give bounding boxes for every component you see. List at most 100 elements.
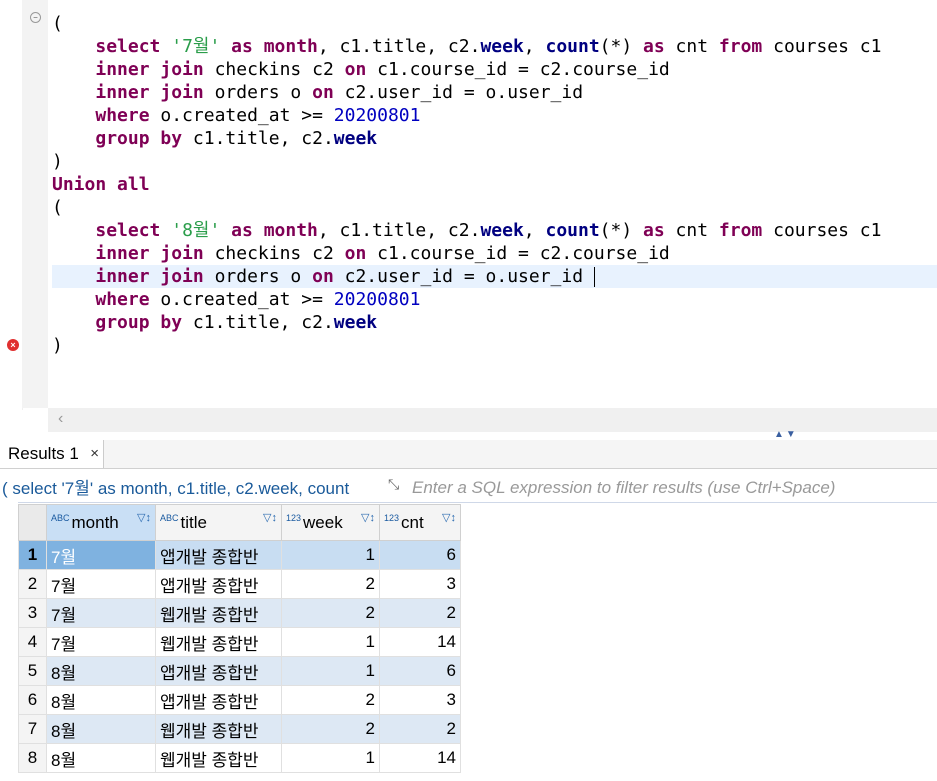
cell-month[interactable]: 7월	[46, 598, 156, 628]
filter-sort-icon[interactable]: ▽↕	[361, 511, 375, 524]
code-token: inner join	[95, 266, 204, 287]
table-row[interactable]: 8 8월 웹개발 종합반 1 14	[18, 743, 461, 773]
fold-gutter	[22, 0, 48, 408]
table-row[interactable]: 7 8월 웹개발 종합반 2 2	[18, 714, 461, 744]
cell-cnt[interactable]: 3	[379, 569, 461, 599]
cell-month[interactable]: 8월	[46, 743, 156, 773]
cell-month[interactable]: 7월	[46, 569, 156, 599]
grid-corner[interactable]	[18, 504, 47, 541]
code-token: , c1.title, c2.	[317, 36, 481, 57]
table-row[interactable]: 4 7월 웹개발 종합반 1 14	[18, 627, 461, 657]
cell-cnt[interactable]: 2	[379, 598, 461, 628]
code-line[interactable]: select '8월' as month, c1.title, c2.week,…	[52, 219, 937, 242]
column-header-month[interactable]: ABC month ▽↕	[46, 504, 156, 541]
cell-month[interactable]: 8월	[46, 685, 156, 715]
cell-month[interactable]: 7월	[46, 540, 156, 570]
code-line[interactable]: group by c1.title, c2.week	[52, 311, 937, 334]
row-number[interactable]: 2	[18, 569, 47, 599]
cell-title[interactable]: 앱개발 종합반	[155, 685, 282, 715]
row-number[interactable]: 3	[18, 598, 47, 628]
cell-title[interactable]: 웹개발 종합반	[155, 627, 282, 657]
column-header-title[interactable]: ABC title ▽↕	[155, 504, 282, 541]
sql-code[interactable]: ( select '7월' as month, c1.title, c2.wee…	[52, 12, 937, 357]
cell-week[interactable]: 1	[281, 627, 380, 657]
row-number[interactable]: 5	[18, 656, 47, 686]
code-token: as	[643, 36, 665, 57]
code-token: month	[263, 36, 318, 57]
cell-cnt[interactable]: 6	[379, 656, 461, 686]
cell-week[interactable]: 2	[281, 714, 380, 744]
cell-month[interactable]: 8월	[46, 714, 156, 744]
code-line[interactable]: where o.created_at >= 20200801	[52, 104, 937, 127]
cell-cnt[interactable]: 3	[379, 685, 461, 715]
code-line[interactable]: )	[52, 334, 937, 357]
cell-week[interactable]: 2	[281, 598, 380, 628]
scroll-left-icon[interactable]: ‹	[58, 410, 63, 428]
code-token: where	[95, 289, 150, 310]
cell-cnt[interactable]: 2	[379, 714, 461, 744]
maximize-panel-icon[interactable]: ▲▼	[774, 429, 798, 440]
column-name: month	[71, 512, 119, 532]
filter-sort-icon[interactable]: ▽↕	[137, 511, 151, 524]
code-line[interactable]: where o.created_at >= 20200801	[52, 288, 937, 311]
filter-sort-icon[interactable]: ▽↕	[263, 511, 277, 524]
cell-cnt[interactable]: 14	[379, 627, 461, 657]
sql-editor[interactable]: − × ( select '7월' as month, c1.title, c2…	[0, 0, 937, 440]
cell-week[interactable]: 2	[281, 685, 380, 715]
cell-cnt[interactable]: 14	[379, 743, 461, 773]
expand-icon[interactable]: ⤡	[388, 476, 399, 493]
filter-input[interactable]: Enter a SQL expression to filter results…	[412, 477, 835, 499]
code-line[interactable]: inner join checkins c2 on c1.course_id =…	[52, 242, 937, 265]
code-line[interactable]: inner join orders o on c2.user_id = o.us…	[52, 81, 937, 104]
column-type-icon: 123	[286, 512, 302, 523]
table-row[interactable]: 3 7월 웹개발 종합반 2 2	[18, 598, 461, 628]
table-row[interactable]: 2 7월 앱개발 종합반 2 3	[18, 569, 461, 599]
code-line[interactable]: (	[52, 12, 937, 35]
column-header-week[interactable]: 123 week ▽↕	[281, 504, 380, 541]
code-line[interactable]: )	[52, 150, 937, 173]
cell-cnt[interactable]: 6	[379, 540, 461, 570]
cell-month[interactable]: 8월	[46, 656, 156, 686]
cell-week[interactable]: 1	[281, 540, 380, 570]
row-number[interactable]: 4	[18, 627, 47, 657]
results-grid[interactable]: ABC month ▽↕ ABC title ▽↕ 123 week ▽↕ 123 cnt ▽↕ 17…	[18, 504, 461, 773]
code-line[interactable]: Union all	[52, 173, 937, 196]
close-icon[interactable]: ×	[90, 440, 99, 468]
cell-week[interactable]: 1	[281, 743, 380, 773]
query-preview[interactable]: ( select '7월' as month, c1.title, c2.wee…	[2, 478, 384, 500]
code-line[interactable]: select '7월' as month, c1.title, c2.week,…	[52, 35, 937, 58]
cell-week[interactable]: 2	[281, 569, 380, 599]
table-row[interactable]: 1 7월 앱개발 종합반 1 6	[18, 540, 461, 570]
column-header-cnt[interactable]: 123 cnt ▽↕	[379, 504, 461, 541]
cell-week[interactable]: 1	[281, 656, 380, 686]
row-number[interactable]: 8	[18, 743, 47, 773]
cell-title[interactable]: 웹개발 종합반	[155, 598, 282, 628]
code-line[interactable]: group by c1.title, c2.week	[52, 127, 937, 150]
row-number[interactable]: 6	[18, 685, 47, 715]
table-row[interactable]: 5 8월 앱개발 종합반 1 6	[18, 656, 461, 686]
cell-title[interactable]: 웹개발 종합반	[155, 714, 282, 744]
tab-results-1[interactable]: Results 1 ×	[0, 440, 104, 468]
row-number[interactable]: 1	[18, 540, 47, 570]
collapse-icon[interactable]: −	[30, 12, 41, 23]
code-token: where	[95, 105, 150, 126]
cell-title[interactable]: 앱개발 종합반	[155, 569, 282, 599]
cell-title[interactable]: 앱개발 종합반	[155, 540, 282, 570]
filter-sort-icon[interactable]: ▽↕	[442, 511, 456, 524]
code-line[interactable]: inner join orders o on c2.user_id = o.us…	[52, 265, 937, 288]
code-line[interactable]: (	[52, 196, 937, 219]
code-line[interactable]: inner join checkins c2 on c1.course_id =…	[52, 58, 937, 81]
table-row[interactable]: 6 8월 앱개발 종합반 2 3	[18, 685, 461, 715]
cell-month[interactable]: 7월	[46, 627, 156, 657]
horizontal-scrollbar[interactable]: ‹	[48, 408, 937, 432]
cell-title[interactable]: 웹개발 종합반	[155, 743, 282, 773]
row-number[interactable]: 7	[18, 714, 47, 744]
cell-title[interactable]: 앱개발 종합반	[155, 656, 282, 686]
